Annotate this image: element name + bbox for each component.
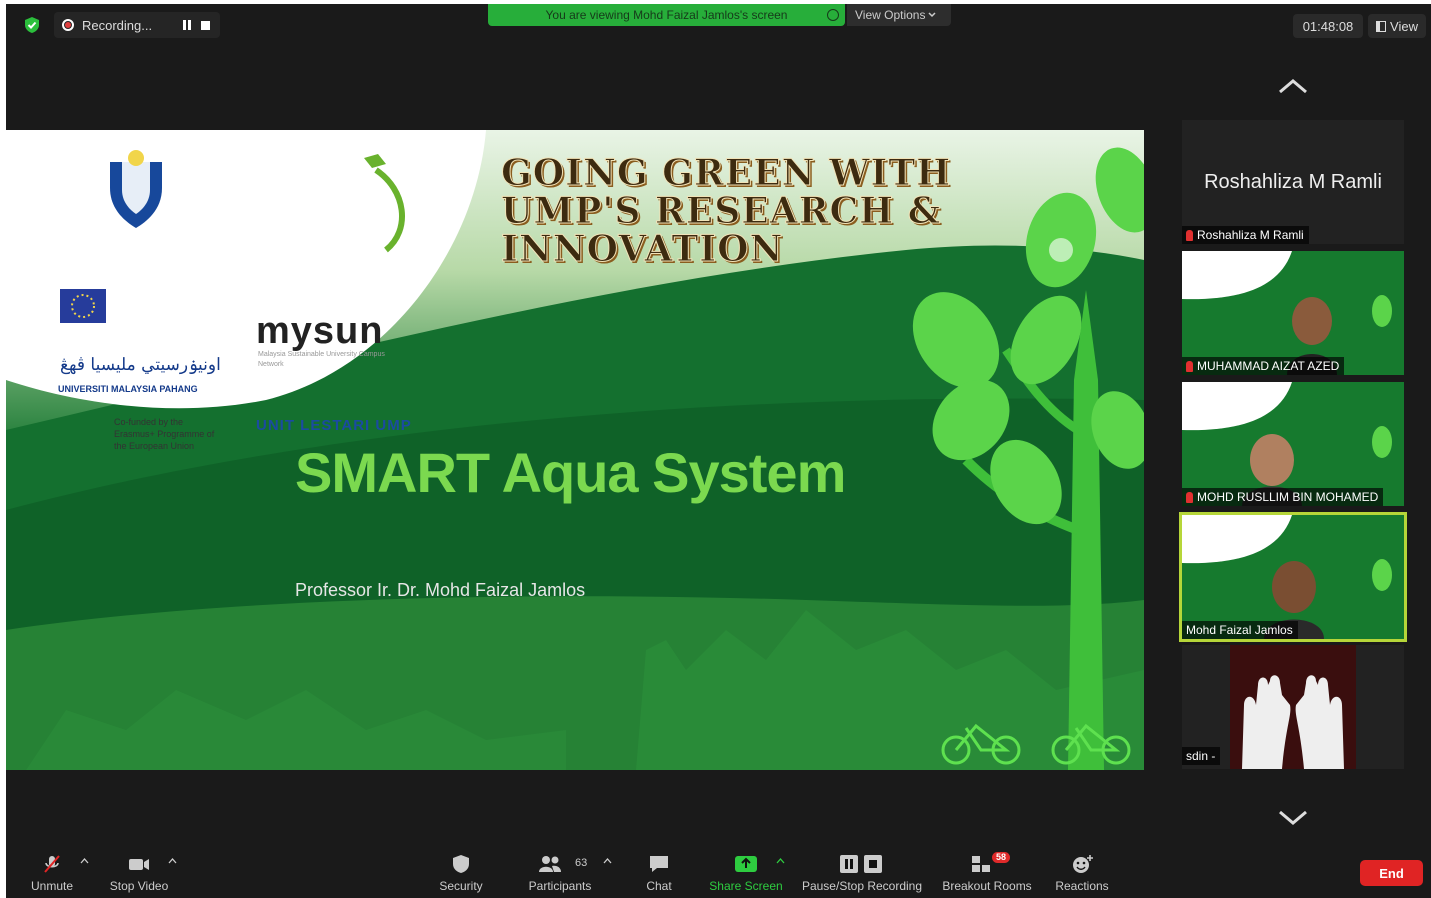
mysun-subtitle: Malaysia Sustainable University Campus N… (258, 351, 385, 368)
share-screen-icon (735, 856, 757, 872)
share-options-caret-icon[interactable] (776, 858, 785, 864)
unmute-button[interactable]: Unmute (24, 846, 80, 898)
recording-label: Recording... (82, 17, 153, 33)
audio-options-caret-icon[interactable] (80, 858, 89, 864)
participant-name-display: Roshahliza M Ramli (1204, 170, 1382, 193)
stop-recording-icon[interactable] (201, 20, 210, 30)
scroll-down-icon[interactable] (1276, 808, 1310, 828)
chevron-down-icon (928, 12, 937, 18)
record-icon (62, 19, 74, 31)
stop-video-button[interactable]: Stop Video (106, 846, 172, 898)
pause-stop-recording-icon (840, 855, 882, 873)
encryption-shield-icon[interactable] (24, 16, 40, 34)
viewing-banner-text: You are viewing Mohd Faizal Jamlos's scr… (545, 8, 788, 22)
scroll-up-icon[interactable] (1276, 76, 1310, 96)
view-layout-button[interactable]: View (1368, 14, 1426, 38)
participant-tile[interactable]: Roshahliza M Ramli Roshahliza M Ramli (1182, 120, 1404, 244)
ump-arabic-logotype: اونيۏرسيتي مليسيا ڤهڠ (60, 355, 221, 375)
slide-header-title: GOING GREEN WITH UMP'S RESEARCH & INNOVA… (501, 152, 952, 270)
participant-tile[interactable]: MUHAMMAD AIZAT AZED (1182, 251, 1404, 375)
muted-mic-icon (44, 855, 60, 873)
participants-button[interactable]: 63 Participants (520, 846, 600, 898)
video-camera-icon (129, 859, 149, 870)
pause-stop-recording-label: Pause/Stop Recording (801, 879, 923, 893)
participants-icon (539, 856, 562, 872)
reactions-smiley-icon (1073, 855, 1093, 873)
meeting-timer: 01:48:08 (1293, 14, 1363, 38)
meeting-toolbar: Unmute Stop Video Security 63 Participan… (6, 846, 1431, 898)
pause-recording-icon[interactable] (183, 20, 193, 30)
video-options-caret-icon[interactable] (168, 858, 177, 864)
ump-logotype: UNIVERSITI MALAYSIA PAHANG (58, 384, 198, 394)
chat-bubble-icon (650, 856, 668, 872)
chat-button[interactable]: Chat (636, 846, 682, 898)
participant-tile[interactable]: sdin - (1182, 645, 1404, 769)
muted-mic-icon (1186, 229, 1193, 241)
chat-label: Chat (646, 879, 672, 893)
recording-indicator: Recording... (54, 12, 220, 38)
eu-funding-text: Co-funded by the Erasmus+ Programme of t… (114, 417, 215, 451)
layout-icon (1376, 20, 1387, 32)
breakout-rooms-button[interactable]: 58 Breakout Rooms (940, 846, 1034, 898)
participants-count: 63 (575, 857, 588, 869)
reactions-button[interactable]: Reactions (1052, 846, 1112, 898)
muted-mic-icon (1186, 491, 1193, 503)
end-meeting-button[interactable]: End (1360, 860, 1423, 886)
view-layout-label: View (1390, 18, 1418, 34)
participants-label: Participants (528, 879, 592, 893)
breakout-rooms-label: Breakout Rooms (942, 879, 1032, 893)
participant-tile[interactable]: MOHD RUSLLIM BIN MOHAMED (1182, 382, 1404, 506)
slide-presenter: Professor Ir. Dr. Mohd Faizal Jamlos (295, 580, 586, 600)
share-screen-button[interactable]: Share Screen (706, 846, 786, 898)
active-speaker-tile[interactable]: Mohd Faizal Jamlos (1179, 512, 1407, 642)
zoom-meeting-window: Recording... You are viewing Mohd Faizal… (6, 4, 1431, 898)
slide-main-title: SMART Aqua System (295, 441, 846, 504)
participant-label: MUHAMMAD AIZAT AZED (1182, 357, 1345, 375)
close-banner-icon[interactable] (827, 9, 839, 21)
share-screen-label: Share Screen (709, 879, 783, 893)
participant-label: Roshahliza M Ramli (1182, 226, 1309, 244)
view-options-button[interactable]: View Options (847, 4, 951, 26)
participant-label: MOHD RUSLLIM BIN MOHAMED (1182, 488, 1384, 506)
viewing-screen-banner: You are viewing Mohd Faizal Jamlos's scr… (488, 4, 845, 26)
participant-label: sdin - (1182, 747, 1221, 765)
shared-screen: GOING GREEN WITH UMP'S RESEARCH & INNOVA… (6, 130, 1144, 770)
security-label: Security (439, 879, 483, 893)
muted-mic-icon (1186, 360, 1193, 372)
mysun-logo: mysun (256, 310, 384, 352)
view-options-label: View Options (855, 8, 926, 22)
stop-video-label: Stop Video (109, 879, 169, 893)
participants-options-caret-icon[interactable] (603, 858, 612, 864)
breakout-rooms-badge: 58 (992, 852, 1011, 863)
security-shield-icon (453, 855, 469, 873)
pause-stop-recording-button[interactable]: Pause/Stop Recording (800, 846, 924, 898)
reactions-label: Reactions (1055, 879, 1109, 893)
top-bar: Recording... You are viewing Mohd Faizal… (6, 4, 1431, 48)
breakout-rooms-icon (972, 856, 991, 872)
unmute-label: Unmute (30, 879, 74, 893)
participant-label: Mohd Faizal Jamlos (1182, 621, 1298, 639)
security-button[interactable]: Security (431, 846, 491, 898)
unit-lestari-logo: UNIT LESTARI UMP (256, 417, 412, 434)
